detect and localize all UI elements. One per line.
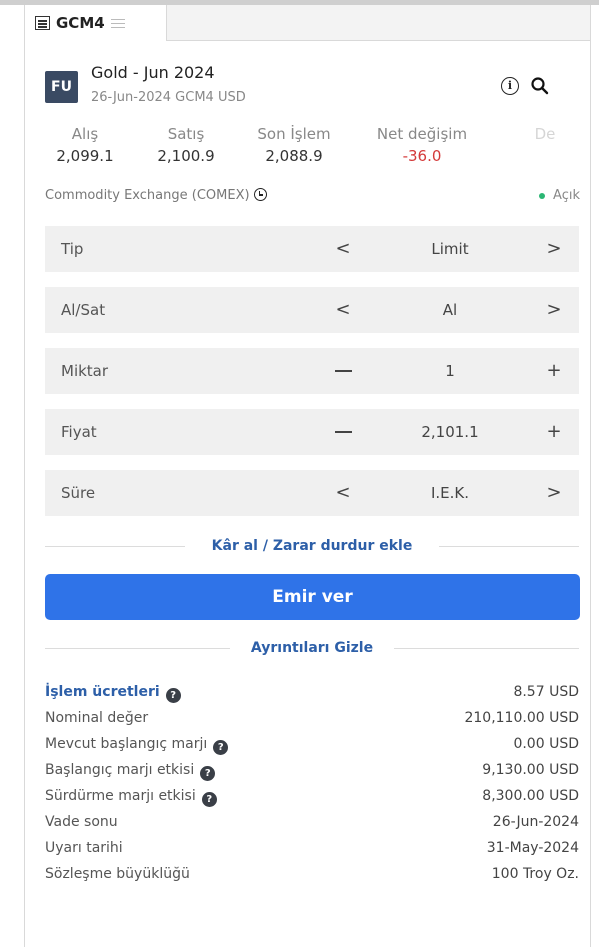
quote-value: -36.0 — [402, 147, 442, 165]
duration-label: Süre — [61, 484, 96, 502]
hide-details-divider: Ayrıntıları Gizle — [45, 638, 579, 658]
quote-value: 2,100.9 — [157, 147, 215, 165]
info-icon[interactable]: i — [501, 77, 519, 95]
detail-label: İşlem ücretleri — [45, 684, 160, 700]
exchange-label: Commodity Exchange (COMEX) — [45, 188, 250, 203]
place-order-button[interactable]: Emir ver — [45, 574, 580, 620]
detail-value: 8.57 USD — [513, 684, 579, 700]
order-ticket-panel: GCM4 FU Gold - Jun 2024 26-Jun-2024 GCM4… — [24, 5, 591, 947]
quantity-increment-button[interactable]: + — [539, 348, 569, 394]
quantity-row: Miktar 1 + — [45, 348, 579, 394]
detail-label: Mevcut başlangıç marjı — [45, 736, 208, 752]
order-type-prev-button[interactable]: < — [328, 226, 358, 272]
market-status-label: Açık — [553, 188, 580, 203]
detail-label-with-help: Sürdürme marjı etkisi? — [45, 783, 217, 809]
detail-value: 100 Troy Oz. — [491, 866, 579, 882]
order-type-value: Limit — [431, 240, 469, 258]
duration-next-button[interactable]: > — [539, 470, 569, 516]
side-prev-button[interactable]: < — [328, 287, 358, 333]
take-profit-divider: Kâr al / Zarar durdur ekle — [45, 536, 579, 556]
quote-label: Son İşlem — [257, 125, 331, 143]
price-increment-button[interactable]: + — [539, 409, 569, 455]
price-row: Fiyat 2,101.1 + — [45, 409, 579, 455]
instrument-subtitle: 26-Jun-2024 GCM4 USD — [91, 90, 246, 105]
side-label: Al/Sat — [61, 301, 106, 319]
detail-row: Başlangıç marjı etkisi? 9,130.00 USD — [45, 757, 579, 783]
quote-label: De — [534, 125, 556, 143]
price-value[interactable]: 2,101.1 — [385, 409, 515, 455]
detail-value: 31-May-2024 — [486, 840, 579, 856]
detail-row: Sözleşme büyüklüğü 100 Troy Oz. — [45, 861, 579, 887]
hamburger-icon[interactable] — [110, 18, 125, 29]
side-row: Al/Sat < Al > — [45, 287, 579, 333]
order-type-row: Tip < Limit > — [45, 226, 579, 272]
detail-label-link[interactable]: İşlem ücretleri? — [45, 679, 181, 705]
detail-label: Başlangıç marjı etkisi — [45, 762, 195, 778]
quote-last: Son İşlem 2,088.9 — [234, 123, 354, 167]
detail-row: Nominal değer 210,110.00 USD — [45, 705, 579, 731]
detail-row: İşlem ücretleri? 8.57 USD — [45, 679, 579, 705]
detail-label-with-help: Başlangıç marjı etkisi? — [45, 757, 216, 783]
detail-value: 8,300.00 USD — [482, 788, 579, 804]
help-icon[interactable]: ? — [213, 740, 229, 755]
tab-label: GCM4 — [56, 14, 105, 32]
quantity-decrement-button[interactable] — [328, 348, 358, 394]
market-status: Açık — [539, 188, 580, 203]
detail-value: 210,110.00 USD — [464, 710, 579, 726]
exchange-name: Commodity Exchange (COMEX) — [45, 188, 267, 203]
detail-value: 26-Jun-2024 — [492, 814, 579, 830]
instrument-header: FU Gold - Jun 2024 26-Jun-2024 GCM4 USD … — [25, 55, 590, 117]
side-value: Al — [442, 301, 458, 319]
quantity-value[interactable]: 1 — [385, 348, 515, 394]
detail-label-with-help: Mevcut başlangıç marjı? — [45, 731, 229, 757]
detail-label: Uyarı tarihi — [45, 840, 123, 856]
order-type-next-button[interactable]: > — [539, 226, 569, 272]
quote-truncated: De — [505, 123, 585, 167]
quote-strip: Alış 2,099.1 Satış 2,100.9 Son İşlem 2,0… — [25, 123, 590, 179]
quote-net-change: Net değişim -36.0 — [362, 123, 482, 167]
calculator-icon — [35, 16, 50, 30]
help-icon[interactable]: ? — [165, 688, 181, 703]
quote-ask: Satış 2,100.9 — [126, 123, 246, 167]
detail-row: Sürdürme marjı etkisi? 8,300.00 USD — [45, 783, 579, 809]
help-icon[interactable]: ? — [201, 792, 217, 807]
minus-icon — [334, 431, 352, 433]
quantity-label: Miktar — [61, 362, 109, 380]
take-profit-link[interactable]: Kâr al / Zarar durdur ekle — [45, 536, 579, 556]
quote-value — [505, 145, 585, 167]
detail-row: Uyarı tarihi 31-May-2024 — [45, 835, 579, 861]
detail-label: Vade sonu — [45, 814, 118, 830]
duration-prev-button[interactable]: < — [328, 470, 358, 516]
tab-gcm4[interactable]: GCM4 — [25, 5, 167, 41]
instrument-type-badge: FU — [45, 71, 78, 103]
search-icon[interactable] — [530, 76, 550, 96]
duration-value: I.E.K. — [430, 484, 470, 502]
hide-details-link[interactable]: Ayrıntıları Gizle — [45, 638, 579, 658]
quote-label: Net değişim — [376, 125, 468, 143]
help-icon[interactable]: ? — [200, 766, 216, 781]
detail-row: Vade sonu 26-Jun-2024 — [45, 809, 579, 835]
details-list: İşlem ücretleri? 8.57 USD Nominal değer … — [45, 679, 579, 887]
clock-icon[interactable] — [253, 188, 267, 201]
detail-label: Sürdürme marjı etkisi — [45, 788, 196, 804]
minus-icon — [334, 370, 352, 372]
price-label: Fiyat — [61, 423, 97, 441]
side-next-button[interactable]: > — [539, 287, 569, 333]
tab-bar: GCM4 — [25, 5, 590, 41]
quote-label: Satış — [167, 125, 205, 143]
detail-label: Nominal değer — [45, 710, 149, 726]
status-dot-icon — [539, 192, 546, 199]
price-decrement-button[interactable] — [328, 409, 358, 455]
detail-row: Mevcut başlangıç marjı? 0.00 USD — [45, 731, 579, 757]
quote-value: 2,088.9 — [265, 147, 323, 165]
window-left-margin — [0, 5, 24, 947]
duration-row: Süre < I.E.K. > — [45, 470, 579, 516]
detail-label: Sözleşme büyüklüğü — [45, 866, 190, 882]
instrument-title: Gold - Jun 2024 — [91, 63, 215, 82]
detail-value: 0.00 USD — [513, 736, 579, 752]
detail-value: 9,130.00 USD — [482, 762, 579, 778]
window-right-margin — [591, 5, 599, 947]
order-type-label: Tip — [61, 240, 84, 258]
